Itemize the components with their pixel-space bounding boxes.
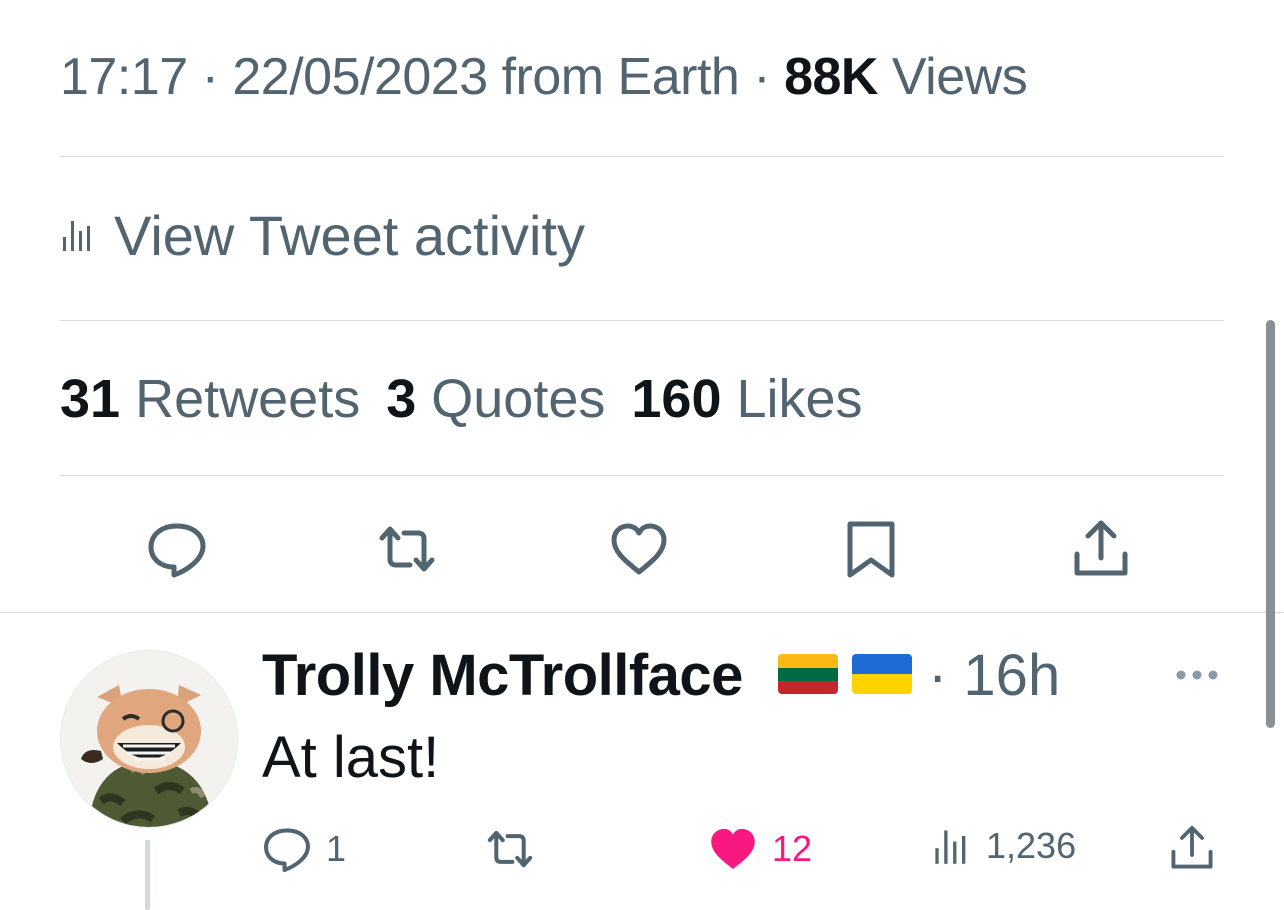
reply-likes-count: 12	[772, 828, 813, 869]
reply-retweet-button[interactable]	[484, 824, 550, 874]
analytics-icon	[63, 221, 90, 251]
tweet-time[interactable]: 17:17	[60, 48, 188, 106]
reply-author-name[interactable]: Trolly McTrollface	[262, 640, 743, 712]
more-icon[interactable]	[1172, 660, 1222, 690]
retweet-icon[interactable]	[376, 518, 438, 580]
reply-timestamp[interactable]: · 16h	[928, 640, 1060, 712]
meta-separator: ·	[201, 48, 219, 106]
share-icon[interactable]	[1070, 518, 1132, 580]
tweet-source: from Earth	[501, 48, 740, 106]
retweets-label: Retweets	[135, 369, 361, 429]
tweet-date[interactable]: 22/05/2023	[232, 48, 488, 106]
views-count: 88K	[784, 48, 878, 106]
author-flags	[778, 654, 926, 694]
liked-heart-icon	[711, 828, 755, 870]
reply-text: At last!	[262, 725, 440, 790]
meta-separator: ·	[753, 48, 771, 106]
like-icon[interactable]	[608, 518, 670, 580]
quotes-stat[interactable]: 3 Quotes	[386, 369, 605, 429]
divider	[60, 320, 1224, 321]
reply-share-button[interactable]	[1168, 824, 1230, 872]
tweet-stats: 31 Retweets 3 Quotes 160 Likes	[60, 362, 863, 436]
thread-line	[145, 840, 150, 910]
retweets-count: 31	[60, 369, 121, 429]
retweet-icon	[487, 830, 533, 868]
views-label: Views	[891, 48, 1028, 106]
reply-reply-button[interactable]: 1	[262, 824, 346, 874]
view-tweet-activity-label: View Tweet activity	[114, 203, 586, 267]
avatar[interactable]	[60, 650, 238, 828]
retweets-stat[interactable]: 31 Retweets	[60, 369, 360, 429]
quotes-count: 3	[386, 369, 417, 429]
ukraine-flag-icon	[852, 654, 912, 694]
lithuania-flag-icon	[778, 654, 838, 694]
avatar-image	[61, 651, 237, 827]
divider	[60, 475, 1224, 476]
reply-replies-count: 1	[326, 828, 347, 869]
divider	[0, 612, 1284, 613]
quotes-label: Quotes	[431, 369, 606, 429]
reply-icon[interactable]	[146, 518, 208, 580]
reply-like-button[interactable]: 12	[708, 824, 812, 874]
likes-stat[interactable]: 160 Likes	[631, 369, 862, 429]
share-icon	[1171, 825, 1213, 869]
scrollbar[interactable]	[1266, 320, 1275, 728]
tweet-meta: 17:17 · 22/05/2023 from Earth · 88K View…	[60, 42, 1028, 112]
reply-views-count: 1,236	[986, 825, 1077, 866]
likes-count: 160	[631, 369, 722, 429]
view-tweet-activity-link[interactable]: View Tweet activity	[60, 200, 585, 270]
reply-icon	[264, 828, 310, 872]
likes-label: Likes	[736, 369, 863, 429]
bookmark-icon[interactable]	[840, 518, 902, 580]
analytics-icon	[935, 830, 966, 864]
reply-views-button[interactable]: 1,236	[932, 824, 1076, 868]
divider	[60, 156, 1224, 157]
